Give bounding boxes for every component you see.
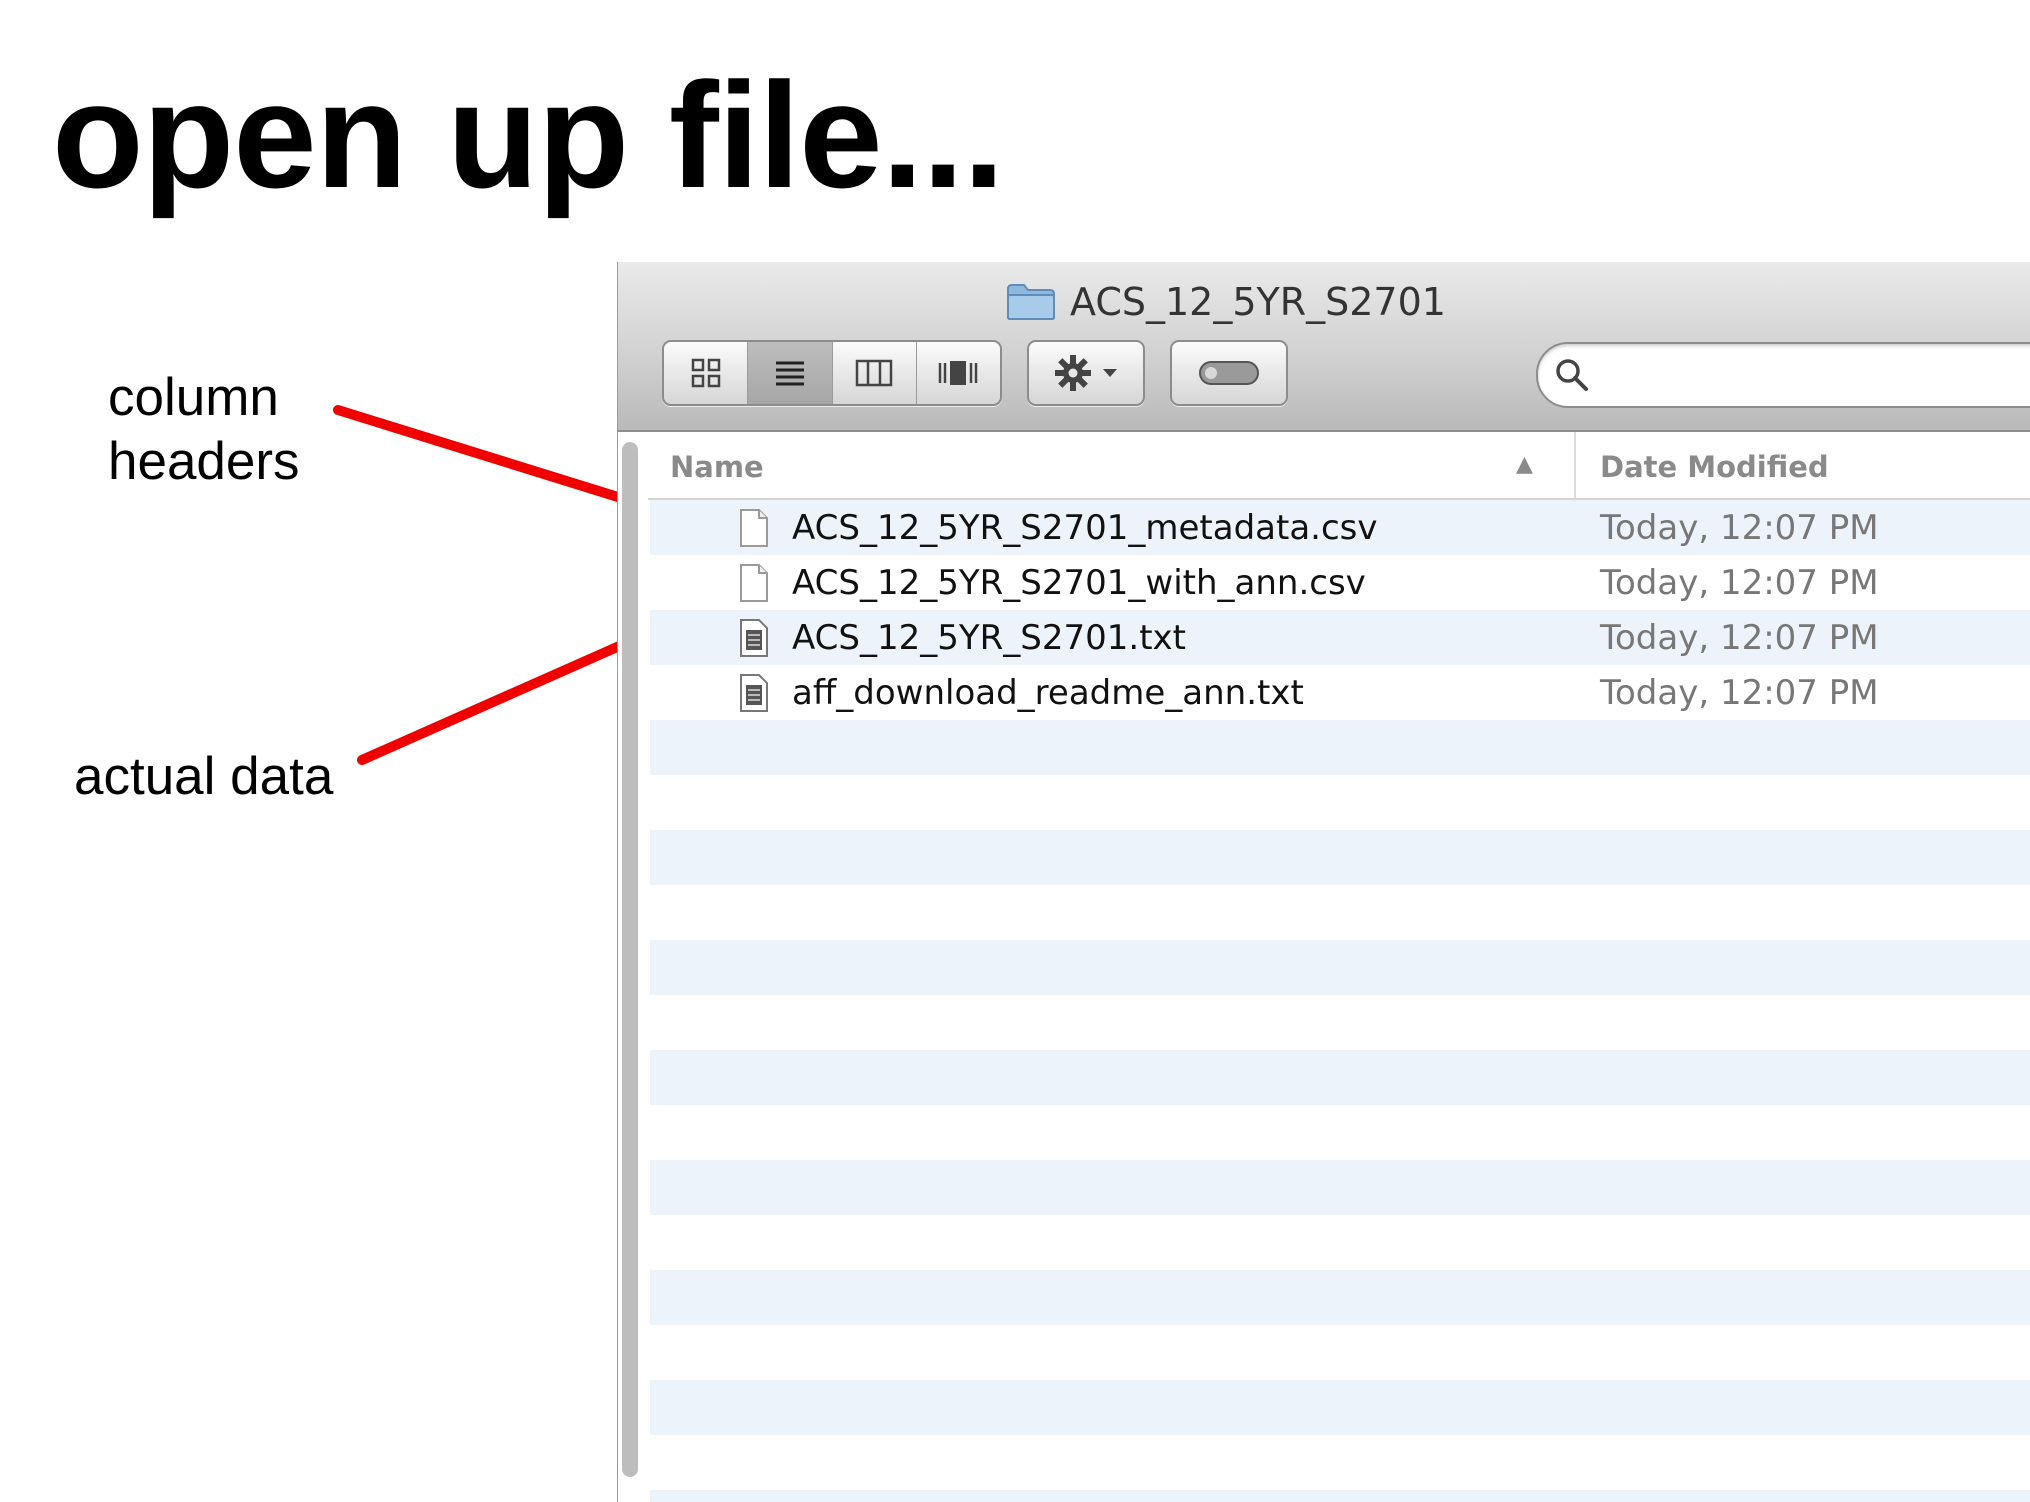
- file-date-modified: Today, 12:07 PM: [1600, 618, 1879, 658]
- action-menu-button[interactable]: [1027, 340, 1145, 406]
- file-date-modified: Today, 12:07 PM: [1600, 563, 1879, 603]
- file-name: ACS_12_5YR_S2701.txt: [792, 618, 1186, 658]
- empty-row: [650, 1215, 2030, 1270]
- search-field[interactable]: [1536, 342, 2030, 408]
- empty-row: [650, 830, 2030, 885]
- file-date-modified: Today, 12:07 PM: [1600, 508, 1879, 548]
- toolbar-toggle-button[interactable]: [1170, 340, 1288, 406]
- file-date-modified: Today, 12:07 PM: [1600, 673, 1879, 713]
- window-title-text: ACS_12_5YR_S2701: [1070, 280, 1446, 324]
- empty-row: [650, 1160, 2030, 1215]
- pill-toggle-icon: [1199, 361, 1259, 385]
- empty-row: [650, 1050, 2030, 1105]
- empty-row: [650, 1105, 2030, 1160]
- view-mode-group: [662, 340, 1002, 406]
- search-input[interactable]: [1600, 356, 2004, 394]
- column-view-button[interactable]: [833, 342, 917, 404]
- file-list-area: Name ▲ Date Modified ACS_12_5YR_S2701_me…: [618, 432, 2030, 1502]
- file-name: ACS_12_5YR_S2701_metadata.csv: [792, 508, 1378, 548]
- list-view-button[interactable]: [748, 342, 833, 404]
- search-icon: [1556, 359, 1588, 391]
- file-row[interactable]: ACS_12_5YR_S2701_metadata.csv Today, 12:…: [650, 500, 2030, 555]
- empty-row: [650, 1270, 2030, 1325]
- column-separator[interactable]: [1574, 432, 1576, 498]
- file-rows: ACS_12_5YR_S2701_metadata.csv Today, 12:…: [650, 500, 2030, 1502]
- empty-row: [650, 885, 2030, 940]
- icon-view-button[interactable]: [664, 342, 749, 404]
- file-row[interactable]: aff_download_readme_ann.txt Today, 12:07…: [650, 665, 2030, 720]
- cover-flow-icon: [939, 361, 978, 385]
- empty-row: [650, 1435, 2030, 1490]
- column-header-name[interactable]: Name: [670, 450, 764, 484]
- empty-row: [650, 940, 2030, 995]
- empty-row: [650, 1380, 2030, 1435]
- file-row[interactable]: ACS_12_5YR_S2701_with_ann.csv Today, 12:…: [650, 555, 2030, 610]
- empty-row: [650, 1490, 2030, 1502]
- list-icon: [775, 361, 804, 386]
- file-name: ACS_12_5YR_S2701_with_ann.csv: [792, 563, 1366, 603]
- cover-flow-button[interactable]: [917, 342, 1000, 404]
- finder-window: ACS_12_5YR_S2701 Name ▲ Date Modified AC…: [617, 262, 2030, 1502]
- dropdown-arrow-icon: [1103, 369, 1117, 377]
- text-document-icon: [740, 619, 768, 657]
- empty-row: [650, 720, 2030, 775]
- columns-icon: [855, 359, 893, 387]
- column-header-row: Name ▲ Date Modified: [648, 432, 2030, 500]
- column-header-date-modified[interactable]: Date Modified: [1600, 450, 1829, 484]
- window-toolbar: ACS_12_5YR_S2701: [618, 262, 2030, 432]
- vertical-scrollbar[interactable]: [622, 442, 638, 1477]
- empty-row: [650, 775, 2030, 830]
- blank-document-icon: [740, 564, 768, 602]
- window-title: ACS_12_5YR_S2701: [1006, 272, 1446, 332]
- file-name: aff_download_readme_ann.txt: [792, 673, 1304, 713]
- grid-icon: [691, 358, 720, 388]
- empty-row: [650, 1325, 2030, 1380]
- file-row[interactable]: ACS_12_5YR_S2701.txt Today, 12:07 PM: [650, 610, 2030, 665]
- folder-icon: [1007, 284, 1055, 320]
- empty-row: [650, 995, 2030, 1050]
- blank-document-icon: [740, 509, 768, 547]
- gear-icon: [1055, 355, 1091, 391]
- text-document-icon: [740, 674, 768, 712]
- sort-ascending-icon[interactable]: ▲: [1516, 452, 1533, 477]
